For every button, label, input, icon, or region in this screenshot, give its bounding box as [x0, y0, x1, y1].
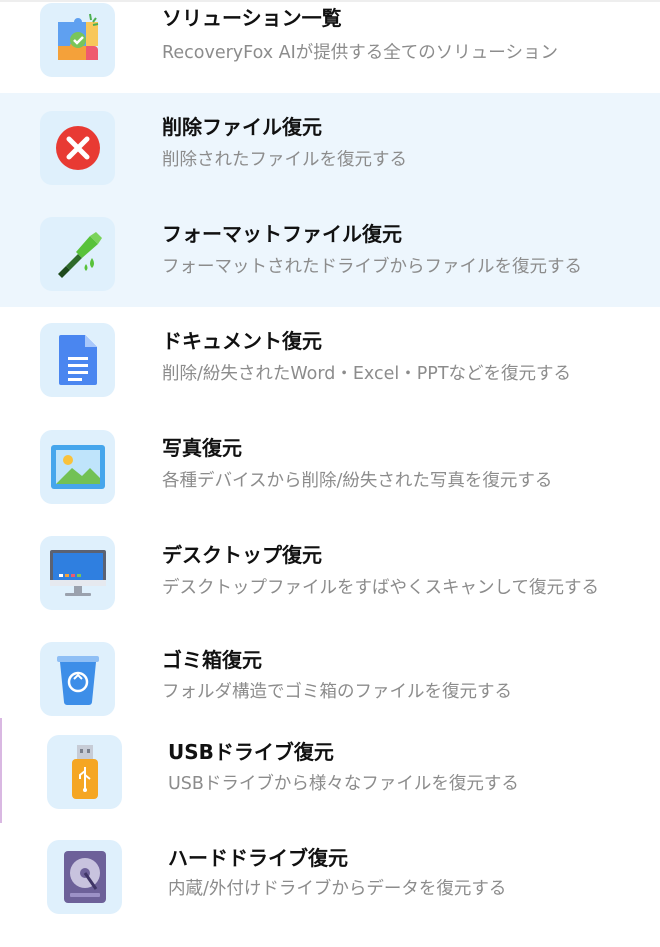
delete-x-icon: [40, 111, 115, 185]
menu-item-usb-drive-recovery[interactable]: USBドライブ復元 USBドライブから様々なファイルを復元する: [0, 721, 660, 826]
item-description: 各種デバイスから削除/紛失された写真を復元する: [162, 471, 553, 491]
item-description: 内蔵/外付けドライブからデータを復元する: [168, 879, 507, 899]
item-title: ハードドライブ復元: [168, 846, 348, 870]
item-description: フォーマットされたドライブからファイルを復元する: [162, 257, 582, 277]
puzzle-icon: [40, 3, 115, 77]
menu-item-document-recovery[interactable]: ドキュメント復元 削除/紛失されたWord・Excel・PPTなどを復元する: [0, 307, 660, 414]
menu-item-desktop-recovery[interactable]: デスクトップ復元 デスクトップファイルをすばやくスキャンして復元する: [0, 521, 660, 628]
item-title: ソリューション一覧: [162, 6, 342, 30]
item-title: 削除ファイル復元: [162, 115, 322, 139]
menu-item-deleted-file-recovery[interactable]: 削除ファイル復元 削除されたファイルを復元する: [0, 93, 660, 200]
item-title: ドキュメント復元: [162, 329, 322, 353]
menu-item-hard-drive-recovery[interactable]: ハードドライブ復元 内蔵/外付けドライブからデータを復元する: [0, 826, 660, 936]
paint-brush-icon: [40, 217, 115, 291]
menu-item-solution-list[interactable]: ソリューション一覧 RecoveryFox AIが提供する全てのソリューション: [0, 0, 660, 93]
hard-drive-icon: [47, 840, 122, 914]
item-title: USBドライブ復元: [168, 740, 334, 764]
photo-icon: [40, 430, 115, 504]
desktop-monitor-icon: [40, 536, 115, 610]
menu-item-format-file-recovery[interactable]: フォーマットファイル復元 フォーマットされたドライブからファイルを復元する: [0, 200, 660, 307]
usb-drive-icon: [47, 735, 122, 809]
item-title: 写真復元: [162, 436, 242, 460]
item-description: 削除/紛失されたWord・Excel・PPTなどを復元する: [162, 364, 572, 384]
item-title: ゴミ箱復元: [162, 648, 262, 672]
item-description: USBドライブから様々なファイルを復元する: [168, 774, 519, 794]
item-title: デスクトップ復元: [162, 543, 322, 567]
item-description: デスクトップファイルをすばやくスキャンして復元する: [162, 578, 599, 598]
recycle-bin-icon: [40, 642, 115, 716]
menu-item-recycle-bin-recovery[interactable]: ゴミ箱復元 フォルダ構造でゴミ箱のファイルを復元する: [0, 628, 660, 721]
item-description: 削除されたファイルを復元する: [162, 150, 407, 170]
item-title: フォーマットファイル復元: [162, 222, 402, 246]
item-description: フォルダ構造でゴミ箱のファイルを復元する: [162, 682, 512, 702]
menu-item-photo-recovery[interactable]: 写真復元 各種デバイスから削除/紛失された写真を復元する: [0, 414, 660, 521]
item-description: RecoveryFox AIが提供する全てのソリューション: [162, 43, 558, 63]
document-icon: [40, 323, 115, 397]
